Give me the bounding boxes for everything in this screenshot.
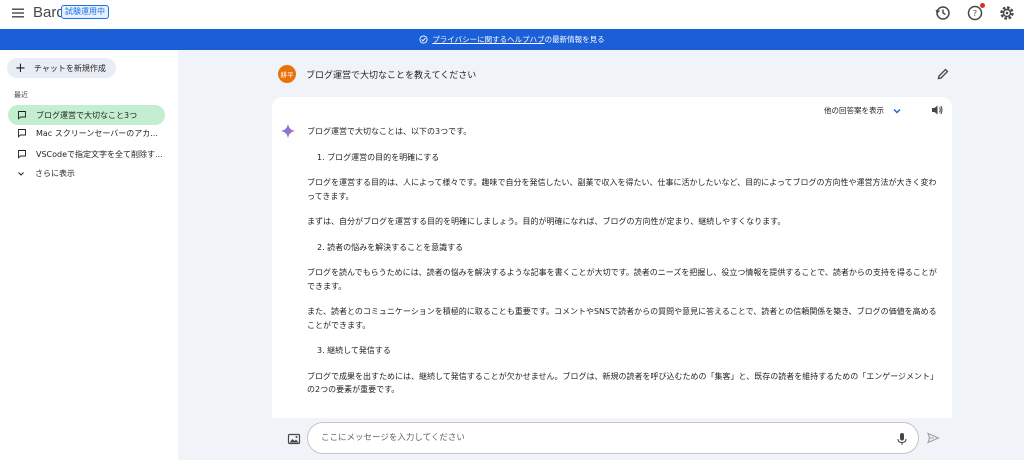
avatar: 耕平 [278, 65, 296, 83]
response-paragraph: まずは、自分がブログを運営する目的を明確にしましょう。目的が明確になれば、ブログ… [307, 217, 786, 226]
chat-icon [18, 111, 26, 120]
response-heading: 2. 読者の悩みを解決することを意識する [317, 242, 464, 252]
response-paragraph: ブログで成果を出すためには、継続して発信することが欠かせません。ブログは、新規の… [307, 371, 935, 395]
message-input[interactable] [321, 433, 881, 443]
response-paragraph: ブログ運営で大切なことは、以下の3つです。 [307, 127, 472, 136]
chat-icon [18, 150, 26, 159]
chevron-down-icon [893, 108, 901, 113]
image-upload-icon[interactable] [287, 432, 301, 446]
show-more-label: さらに表示 [35, 169, 75, 178]
help-button[interactable]: ? [966, 3, 985, 22]
sidebar-item-blog[interactable]: ブログ運営で大切なこと3つ [8, 105, 165, 125]
bard-sparkle-icon [280, 123, 296, 139]
response-paragraph: ブログを読んでもらうためには、読者の悩みを解決するような記事を書くことが大切です… [307, 268, 937, 291]
message-input-box[interactable] [307, 422, 919, 454]
response-text: ブログ運営で大切なことは、以下の3つです。 1. ブログ運営の目的を明確にする … [307, 125, 937, 409]
send-icon[interactable] [926, 431, 940, 445]
response-heading: 1. ブログ運営の目的を明確にする [317, 152, 440, 162]
plus-icon: + [15, 60, 26, 76]
response-paragraph: また、読者とのコミュニケーションを積極的に取ることも重要です。コメントやSNSで… [307, 307, 937, 330]
response-card: 他の回答案を表示 ブログ運営で大切なことは、以下の3つです。 1. ブログ運営の… [272, 97, 952, 460]
history-icon[interactable] [934, 4, 952, 22]
new-chat-label: チャットを新規作成 [33, 63, 106, 73]
sidebar-item-label: VSCodeで指定文字を全て削除す... [36, 149, 163, 159]
top-bar: Bard 試験運用中 ? [0, 0, 1024, 28]
response-paragraph: ブログを運営する目的は、人によって様々です。趣味で自分を発信したい、副業で収入を… [307, 178, 937, 201]
sidebar-item-label: ブログ運営で大切なこと3つ [36, 110, 138, 120]
drafts-label: 他の回答案を表示 [824, 106, 884, 115]
banner-text: の最新情報を見る [544, 35, 605, 44]
new-chat-button[interactable]: + チャットを新規作成 [7, 58, 116, 78]
user-prompt: 耕平 ブログ運営で大切なことを教えてください [278, 64, 950, 84]
sidebar-item-vscode[interactable]: VSCodeで指定文字を全て削除す... [8, 144, 165, 164]
input-area [178, 418, 1024, 460]
app-brand[interactable]: Bard [33, 4, 65, 21]
speaker-icon[interactable] [930, 103, 944, 117]
chat-icon [18, 129, 26, 138]
edit-icon[interactable] [936, 67, 950, 81]
menu-icon[interactable] [11, 6, 25, 20]
sidebar-item-mac[interactable]: Mac スクリーンセーバーのアカ... [8, 123, 165, 143]
mic-icon[interactable] [896, 432, 908, 446]
privacy-banner: プライバシーに関するヘルプハブの最新情報を見る [0, 29, 1024, 50]
svg-text:?: ? [973, 9, 977, 18]
sidebar: + チャットを新規作成 最近 ブログ運営で大切なこと3つ Mac スクリーンセー… [0, 50, 178, 460]
sidebar-item-label: Mac スクリーンセーバーのアカ... [36, 128, 158, 138]
chevron-down-icon [18, 171, 24, 176]
response-heading: 3. 継続して発信する [317, 346, 391, 355]
show-more-button[interactable]: さらに表示 [17, 168, 75, 179]
check-circle-icon [419, 35, 428, 44]
notification-dot [980, 3, 985, 8]
show-drafts-button[interactable]: 他の回答案を表示 [824, 105, 902, 116]
main-area: 耕平 ブログ運営で大切なことを教えてください 他の回答案を表示 ブログ運営で大切… [178, 50, 1024, 460]
top-actions: ? [934, 3, 1016, 22]
settings-icon[interactable] [998, 4, 1016, 22]
recent-label: 最近 [14, 91, 28, 99]
prompt-text: ブログ運営で大切なことを教えてください [306, 70, 477, 81]
privacy-hub-link[interactable]: プライバシーに関するヘルプハブ [432, 35, 544, 44]
experiment-badge: 試験運用中 [61, 5, 109, 19]
